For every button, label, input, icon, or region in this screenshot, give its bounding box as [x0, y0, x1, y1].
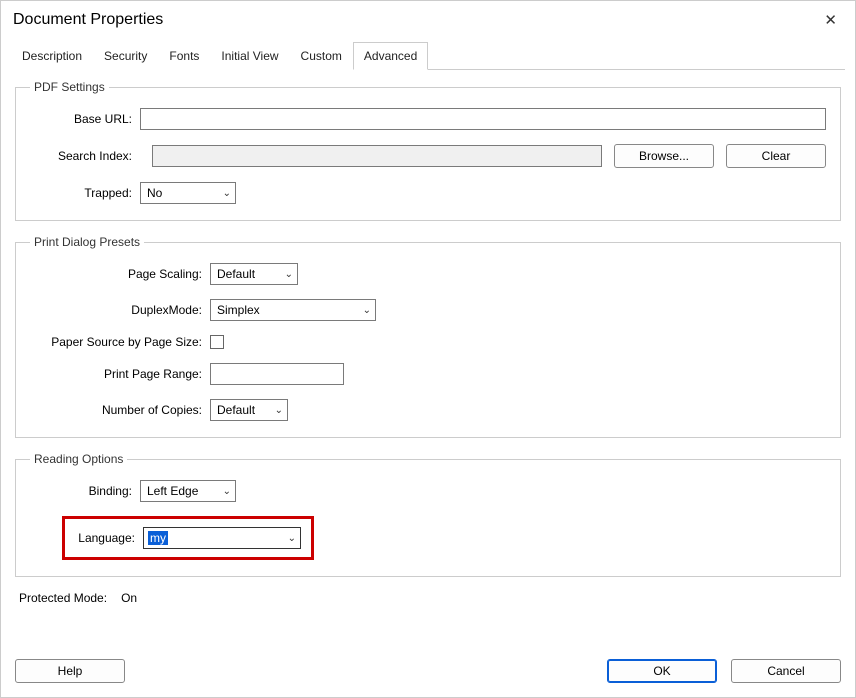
- binding-value: Left Edge: [147, 484, 198, 498]
- protected-mode-label: Protected Mode:: [19, 591, 107, 605]
- binding-label: Binding:: [30, 484, 140, 498]
- tab-security[interactable]: Security: [93, 42, 158, 70]
- print-presets-group: Print Dialog Presets Page Scaling: Defau…: [15, 235, 841, 438]
- print-range-label: Print Page Range:: [30, 367, 210, 381]
- trapped-label: Trapped:: [30, 186, 140, 200]
- tab-fonts[interactable]: Fonts: [158, 42, 210, 70]
- duplex-value: Simplex: [217, 303, 260, 317]
- paper-source-checkbox[interactable]: [210, 335, 224, 349]
- print-range-input[interactable]: [210, 363, 344, 385]
- chevron-down-icon: ⌄: [363, 305, 371, 316]
- language-highlight: Language: my ⌄: [62, 516, 314, 560]
- page-scaling-label: Page Scaling:: [30, 267, 210, 281]
- reading-options-legend: Reading Options: [30, 452, 127, 466]
- tab-content: PDF Settings Base URL: Search Index: Bro…: [1, 70, 855, 615]
- chevron-down-icon: ⌄: [285, 269, 293, 280]
- reading-options-group: Reading Options Binding: Left Edge ⌄ Lan…: [15, 452, 841, 577]
- base-url-label: Base URL:: [30, 112, 140, 126]
- chevron-down-icon: ⌄: [275, 405, 283, 416]
- language-value: my: [148, 531, 168, 545]
- tab-description[interactable]: Description: [11, 42, 93, 70]
- chevron-down-icon: ⌄: [288, 533, 296, 544]
- copies-label: Number of Copies:: [30, 403, 210, 417]
- search-index-field: [152, 145, 602, 167]
- copies-value: Default: [217, 403, 255, 417]
- protected-mode-value: On: [121, 591, 137, 605]
- tab-strip: Description Security Fonts Initial View …: [11, 41, 845, 70]
- binding-select[interactable]: Left Edge ⌄: [140, 480, 236, 502]
- paper-source-label: Paper Source by Page Size:: [30, 335, 210, 349]
- protected-mode-row: Protected Mode: On: [15, 591, 841, 605]
- base-url-input[interactable]: [140, 108, 826, 130]
- trapped-value: No: [147, 186, 162, 200]
- tab-initial-view[interactable]: Initial View: [210, 42, 289, 70]
- close-icon[interactable]: ✕: [818, 9, 843, 31]
- page-scaling-value: Default: [217, 267, 255, 281]
- print-presets-legend: Print Dialog Presets: [30, 235, 144, 249]
- ok-button[interactable]: OK: [607, 659, 717, 683]
- language-select[interactable]: my ⌄: [143, 527, 301, 549]
- search-index-label: Search Index:: [30, 149, 140, 163]
- duplex-label: DuplexMode:: [30, 303, 210, 317]
- window-title: Document Properties: [13, 11, 163, 29]
- copies-select[interactable]: Default ⌄: [210, 399, 288, 421]
- trapped-select[interactable]: No ⌄: [140, 182, 236, 204]
- duplex-select[interactable]: Simplex ⌄: [210, 299, 376, 321]
- dialog-footer: Help OK Cancel: [1, 649, 855, 697]
- pdf-settings-group: PDF Settings Base URL: Search Index: Bro…: [15, 80, 841, 221]
- language-label: Language:: [75, 531, 143, 545]
- browse-button[interactable]: Browse...: [614, 144, 714, 168]
- page-scaling-select[interactable]: Default ⌄: [210, 263, 298, 285]
- help-button[interactable]: Help: [15, 659, 125, 683]
- chevron-down-icon: ⌄: [223, 188, 231, 199]
- tab-custom[interactable]: Custom: [290, 42, 353, 70]
- title-bar: Document Properties ✕: [1, 1, 855, 35]
- tab-advanced[interactable]: Advanced: [353, 42, 428, 70]
- pdf-settings-legend: PDF Settings: [30, 80, 109, 94]
- chevron-down-icon: ⌄: [223, 486, 231, 497]
- cancel-button[interactable]: Cancel: [731, 659, 841, 683]
- clear-button[interactable]: Clear: [726, 144, 826, 168]
